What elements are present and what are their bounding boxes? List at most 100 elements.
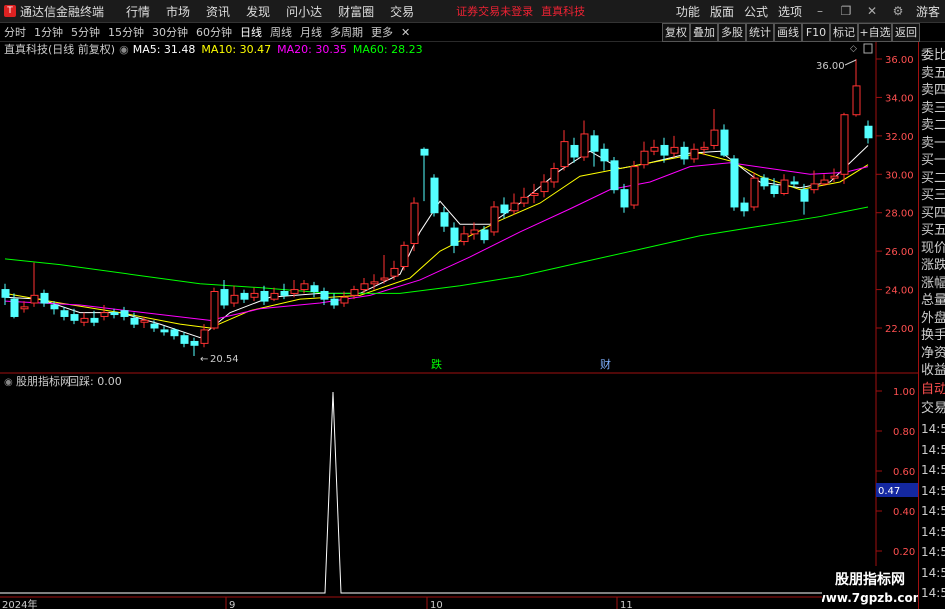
candle-body — [280, 290, 289, 296]
candle-body — [420, 148, 429, 156]
candle-body — [780, 179, 789, 195]
auto-label[interactable]: 自动 — [921, 378, 945, 397]
close-icon[interactable]: ✕ — [859, 4, 885, 18]
period-tab[interactable]: 5分钟 — [67, 24, 104, 40]
menu-quotes[interactable]: 行情 — [118, 3, 158, 20]
candle-body — [200, 329, 209, 344]
indicator-axis-label: 0.20 — [893, 547, 915, 558]
candle-body — [720, 129, 729, 156]
candle-body — [810, 183, 819, 191]
chart-canvas[interactable]: 36.00 34.00 32.00 30.00 28.00 26.00 24.00 22.00… — [0, 42, 918, 609]
overlay-button[interactable]: 叠加 — [690, 23, 718, 42]
candle-body — [380, 277, 389, 281]
menu-discover[interactable]: 发现 — [238, 3, 278, 20]
stock-name-header: 直真科技 — [541, 5, 586, 18]
candle-body — [680, 146, 689, 160]
right-menu: 功能 版面 公式 选项 – ❐ ✕ ⚙ 游客 — [671, 0, 945, 22]
price-axis: 36.00 34.00 32.00 30.00 28.00 26.00 24.00 22.00 — [876, 55, 914, 335]
candle-body — [530, 193, 539, 196]
trade-time: 14:56 — [921, 565, 945, 580]
candle-body — [130, 317, 139, 325]
period-tab[interactable]: 月线 — [296, 24, 326, 40]
menu-trade[interactable]: 交易 — [382, 3, 422, 20]
candle-body — [550, 168, 559, 183]
low-annotation: 20.54 — [210, 354, 239, 365]
menu-layout[interactable]: 版面 — [705, 3, 739, 20]
quote-label: 买五 — [921, 223, 945, 238]
stats-button[interactable]: 统计 — [746, 23, 774, 42]
restore-icon[interactable]: ❐ — [833, 4, 859, 18]
indicator-axis-label: 1.00 — [893, 387, 915, 398]
candle-body — [440, 212, 449, 227]
minimize-icon[interactable]: – — [807, 4, 833, 18]
menu-ask[interactable]: 问小达 — [278, 3, 330, 20]
trade-label[interactable]: 交易 — [921, 397, 945, 416]
menu-news[interactable]: 资讯 — [198, 3, 238, 20]
trade-time: 14:56 — [921, 442, 945, 457]
maximize-panel-icon[interactable] — [863, 43, 873, 54]
candle-body — [320, 290, 329, 300]
multi-stock-button[interactable]: 多股 — [718, 23, 746, 42]
period-tab-more[interactable]: 更多 — [367, 24, 397, 40]
watermark-logo: 股朋指标网 www.7gpzb.com — [822, 566, 918, 609]
candle-body — [560, 141, 569, 168]
event-mark-finance[interactable]: 财 — [600, 357, 611, 371]
settings-icon[interactable]: ⚙ — [885, 4, 911, 18]
period-tab[interactable]: 60分钟 — [192, 24, 236, 40]
candle-body — [270, 292, 279, 300]
price-axis-label: 36.00 — [885, 55, 914, 66]
mark-button[interactable]: 标记 — [830, 23, 858, 42]
draw-line-button[interactable]: 画线 — [774, 23, 802, 42]
menu-function[interactable]: 功能 — [671, 3, 705, 20]
quote-label: 涨跌 — [921, 258, 945, 273]
login-notice[interactable]: 证券交易未登录 — [456, 3, 533, 19]
candle-body — [40, 292, 49, 304]
candle-body — [650, 146, 659, 152]
indicator-line — [0, 391, 876, 594]
candle-body — [50, 304, 59, 310]
ma5-line — [4, 145, 869, 339]
back-button[interactable]: 返回 — [892, 23, 920, 42]
f10-button[interactable]: F10 — [802, 23, 830, 42]
candle-body — [490, 206, 499, 233]
menu-market[interactable]: 市场 — [158, 3, 198, 20]
period-tab[interactable]: 15分钟 — [104, 24, 148, 40]
candle-body — [670, 146, 679, 154]
candle-body — [610, 160, 619, 191]
period-tab[interactable]: 分时 — [0, 24, 30, 40]
candle-body — [470, 229, 479, 235]
quote-label: 涨幅 — [921, 275, 945, 291]
price-axis-label: 34.00 — [885, 93, 914, 104]
candle-body — [220, 289, 229, 306]
indicator-axis-label: 0.40 — [893, 507, 915, 518]
menu-wealth[interactable]: 财富圈 — [330, 3, 382, 20]
menu-options[interactable]: 选项 — [773, 3, 807, 20]
indicator-current-value: 0.47 — [878, 486, 900, 497]
candle-body — [140, 319, 149, 323]
time-label-sep: 9 — [229, 600, 235, 609]
candle-body — [400, 244, 409, 268]
diamond-icon[interactable]: ◇ — [850, 44, 857, 54]
event-mark-drop[interactable]: 跌 — [431, 357, 442, 371]
adjust-button[interactable]: 复权 — [662, 23, 690, 42]
period-tab[interactable]: 周线 — [266, 24, 296, 40]
add-watchlist-button[interactable]: +自选 — [858, 23, 892, 42]
trade-time: 14:56 — [921, 524, 945, 539]
low-annotation-arrow: ← — [200, 354, 208, 365]
candle-body — [260, 290, 269, 302]
guest-label[interactable]: 游客 — [911, 3, 945, 20]
candle-body — [10, 298, 19, 317]
indicator-toggle-icon[interactable]: ◉ — [4, 377, 13, 388]
close-chart-icon[interactable]: ✕ — [397, 26, 414, 39]
menu-formula[interactable]: 公式 — [739, 3, 773, 20]
candle-body — [240, 292, 249, 300]
period-tab[interactable]: 1分钟 — [30, 24, 67, 40]
candle-body — [360, 283, 369, 291]
quote-label: 卖四 — [921, 83, 945, 98]
period-tab-active[interactable]: 日线 — [236, 24, 266, 40]
period-tab[interactable]: 多周期 — [326, 24, 367, 40]
candle-body — [840, 114, 849, 175]
candle-body — [570, 144, 579, 158]
period-tab[interactable]: 30分钟 — [148, 24, 192, 40]
quote-label: 净资 — [921, 345, 945, 361]
